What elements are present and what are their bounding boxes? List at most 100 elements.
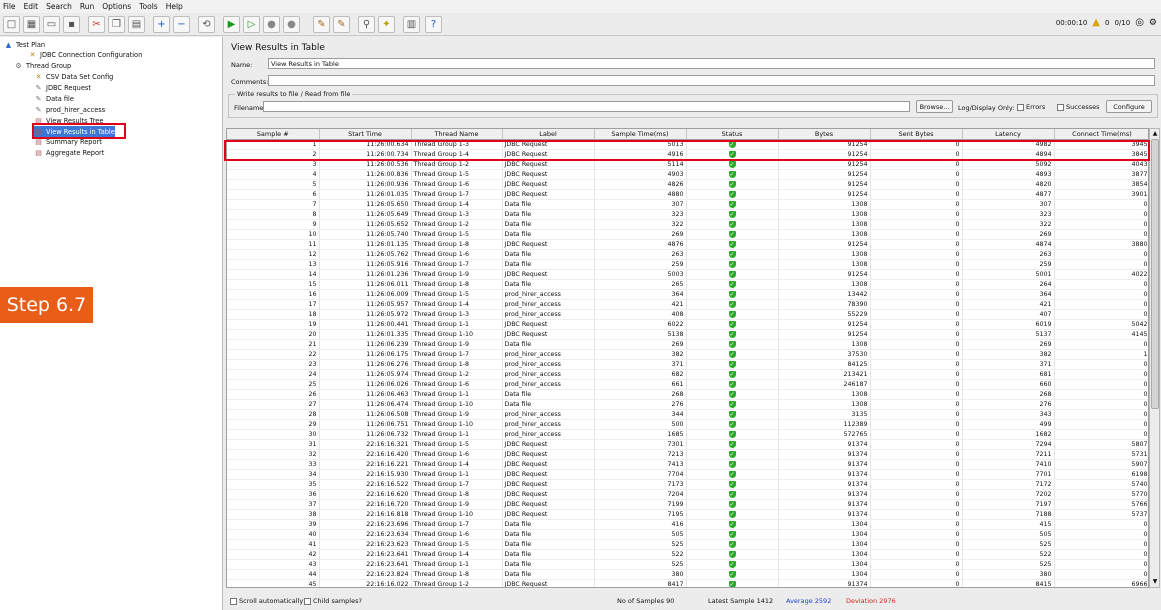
table-row[interactable]: 13 11:26:05.916 Thread Group 1-7 Data file 2… (227, 259, 1148, 270)
tree-item-view-results-tree[interactable]: ▤ View Results Tree (34, 115, 103, 126)
shutdown-icon[interactable]: ● (283, 16, 300, 33)
stop-icon[interactable]: ● (263, 16, 280, 33)
menu-tools[interactable]: Tools (139, 2, 157, 11)
table-row[interactable]: 23 11:26:06.276 Thread Group 1-8 prod_hirer… (227, 359, 1148, 370)
paste-icon[interactable]: ▤ (128, 16, 145, 33)
table-row[interactable]: 29 11:26:06.751 Thread Group 1-10 prod_hire… (227, 419, 1148, 430)
toggle-icon[interactable]: ⟲ (198, 16, 215, 33)
table-row[interactable]: 12 11:26:05.762 Thread Group 1-6 Data file 2… (227, 249, 1148, 260)
table-row[interactable]: 33 22:16:16.221 Thread Group 1-4 JDBC Reque… (227, 459, 1148, 470)
column-header[interactable]: Sent Bytes (870, 129, 963, 140)
table-row[interactable]: 35 22:16:16.522 Thread Group 1-7 JDBC Reque… (227, 479, 1148, 490)
table-row[interactable]: 38 22:16:16.818 Thread Group 1-10 JDBC Requ… (227, 509, 1148, 520)
tree-item-jdbc-request[interactable]: ✎ JDBC Request (34, 82, 91, 93)
start-no-pauses-icon[interactable]: ▷ (243, 16, 260, 33)
table-row[interactable]: 45 22:16:16.022 Thread Group 1-2 JDBC Reque… (227, 579, 1148, 587)
table-row[interactable]: 27 11:26:06.474 Thread Group 1-10 Data file… (227, 399, 1148, 410)
table-row[interactable]: 7 11:26:05.650 Thread Group 1-4 Data file 30… (227, 199, 1148, 210)
tree-item-thread-group[interactable]: ⚙ Thread Group (14, 60, 71, 71)
column-header[interactable]: Sample Time(ms) (594, 129, 687, 140)
table-row[interactable]: 10 11:26:05.740 Thread Group 1-5 Data file 2… (227, 229, 1148, 240)
start-icon[interactable]: ▶ (223, 16, 240, 33)
expand-icon[interactable]: + (153, 16, 170, 33)
table-row[interactable]: 44 22:16:23.824 Thread Group 1-8 Data file 3… (227, 569, 1148, 580)
save-icon[interactable]: ▪ (63, 16, 80, 33)
menu-options[interactable]: Options (102, 2, 131, 11)
collapse-icon[interactable]: − (173, 16, 190, 33)
templates-icon[interactable]: ▦ (23, 16, 40, 33)
tree-item-aggregate-report[interactable]: ▤ Aggregate Report (34, 147, 104, 158)
table-row[interactable]: 14 11:26:01.236 Thread Group 1-9 JDBC Reque… (227, 269, 1148, 280)
name-field[interactable]: View Results in Table (268, 58, 1155, 69)
menu-search[interactable]: Search (46, 2, 72, 11)
column-header[interactable]: Label (502, 129, 595, 140)
table-row[interactable]: 28 11:26:06.508 Thread Group 1-9 prod_hirer… (227, 409, 1148, 420)
table-row[interactable]: 1 11:26:00.634 Thread Group 1-3 JDBC Reques… (227, 139, 1148, 150)
open-icon[interactable]: ▭ (43, 16, 60, 33)
table-row[interactable]: 26 11:26:06.463 Thread Group 1-1 Data file 2… (227, 389, 1148, 400)
tree-item-csv-data-set-config[interactable]: ✕ CSV Data Set Config (34, 71, 114, 82)
configure-button[interactable]: Configure (1106, 100, 1152, 113)
table-row[interactable]: 4 11:26:00.836 Thread Group 1-5 JDBC Reques… (227, 169, 1148, 180)
table-row[interactable]: 8 11:26:05.649 Thread Group 1-3 Data file 32… (227, 209, 1148, 220)
reset-search-icon[interactable]: ✦ (378, 16, 395, 33)
table-row[interactable]: 42 22:16:23.641 Thread Group 1-4 Data file 5… (227, 549, 1148, 560)
tree-item-jdbc-connection-configuration[interactable]: ✕ JDBC Connection Configuration (28, 49, 143, 60)
table-row[interactable]: 40 22:16:23.634 Thread Group 1-6 Data file 5… (227, 529, 1148, 540)
table-row[interactable]: 2 11:26:00.734 Thread Group 1-4 JDBC Reques… (227, 149, 1148, 160)
table-row[interactable]: 3 11:26:00.536 Thread Group 1-2 JDBC Reques… (227, 159, 1148, 170)
column-header[interactable]: Sample # (227, 129, 320, 140)
comments-field[interactable] (268, 75, 1155, 86)
menu-file[interactable]: File (3, 2, 16, 11)
table-row[interactable]: 6 11:26:01.035 Thread Group 1-7 JDBC Reques… (227, 189, 1148, 200)
table-row[interactable]: 20 11:26:01.335 Thread Group 1-10 JDBC Requ… (227, 329, 1148, 340)
scroll-thumb[interactable] (1151, 139, 1159, 409)
table-row[interactable]: 5 11:26:00.936 Thread Group 1-6 JDBC Reques… (227, 179, 1148, 190)
table-scrollbar[interactable]: ▲ ▼ (1149, 128, 1160, 588)
table-row[interactable]: 39 22:16:23.696 Thread Group 1-7 Data file 4… (227, 519, 1148, 530)
column-header[interactable]: Status (686, 129, 779, 140)
table-row[interactable]: 37 22:16:16.720 Thread Group 1-9 JDBC Reque… (227, 499, 1148, 510)
table-row[interactable]: 21 11:26:06.239 Thread Group 1-9 Data file 2… (227, 339, 1148, 350)
table-row[interactable]: 9 11:26:05.652 Thread Group 1-2 Data file 32… (227, 219, 1148, 230)
table-row[interactable]: 17 11:26:05.957 Thread Group 1-4 prod_hirer… (227, 299, 1148, 310)
menu-run[interactable]: Run (80, 2, 94, 11)
column-header[interactable]: Latency (962, 129, 1055, 140)
tree-item-prod-hirer-access[interactable]: ✎ prod_hirer_access (34, 104, 106, 115)
log-icon[interactable]: ⚙ (1149, 18, 1157, 28)
scroll-up-icon[interactable]: ▲ (1151, 130, 1159, 138)
table-row[interactable]: 32 22:16:16.420 Thread Group 1-6 JDBC Reque… (227, 449, 1148, 460)
tree-item-data-file[interactable]: ✎ Data file (34, 93, 74, 104)
clear-all-icon[interactable]: ✎ (333, 16, 350, 33)
menu-help[interactable]: Help (166, 2, 183, 11)
table-row[interactable]: 24 11:26:05.974 Thread Group 1-2 prod_hirer… (227, 369, 1148, 380)
column-header[interactable]: Start Time (319, 129, 412, 140)
search-icon[interactable]: ⚲ (358, 16, 375, 33)
errors-checkbox[interactable]: Errors (1017, 103, 1045, 111)
cut-icon[interactable]: ✂ (88, 16, 105, 33)
scroll-down-icon[interactable]: ▼ (1151, 578, 1159, 586)
menu-edit[interactable]: Edit (24, 2, 39, 11)
table-row[interactable]: 11 11:26:01.135 Thread Group 1-8 JDBC Reque… (227, 239, 1148, 250)
table-row[interactable]: 43 22:16:23.641 Thread Group 1-1 Data file 5… (227, 559, 1148, 570)
table-row[interactable]: 30 11:26:06.732 Thread Group 1-1 prod_hirer… (227, 429, 1148, 440)
column-header[interactable]: Connect Time(ms) (1054, 129, 1148, 140)
table-row[interactable]: 18 11:26:05.972 Thread Group 1-3 prod_hirer… (227, 309, 1148, 320)
table-row[interactable]: 22 11:26:06.175 Thread Group 1-7 prod_hirer… (227, 349, 1148, 360)
new-icon[interactable]: □ (3, 16, 20, 33)
table-row[interactable]: 41 22:16:23.623 Thread Group 1-5 Data file 5… (227, 539, 1148, 550)
table-row[interactable]: 19 11:26:00.441 Thread Group 1-1 JDBC Reque… (227, 319, 1148, 330)
copy-icon[interactable]: ❐ (108, 16, 125, 33)
filename-input[interactable] (263, 101, 910, 112)
tree-item-summary-report[interactable]: ▤ Summary Report (34, 136, 102, 147)
table-row[interactable]: 25 11:26:06.026 Thread Group 1-6 prod_hirer… (227, 379, 1148, 390)
table-row[interactable]: 34 22:16:15.930 Thread Group 1-1 JDBC Reque… (227, 469, 1148, 480)
table-row[interactable]: 16 11:26:06.009 Thread Group 1-5 prod_hirer… (227, 289, 1148, 300)
browse-button[interactable]: Browse... (916, 100, 953, 113)
scroll-auto-checkbox[interactable]: Scroll automatically? (230, 597, 307, 605)
table-row[interactable]: 15 11:26:06.011 Thread Group 1-8 Data file 2… (227, 279, 1148, 290)
table-row[interactable]: 36 22:16:16.620 Thread Group 1-8 JDBC Reque… (227, 489, 1148, 500)
column-header[interactable]: Thread Name (411, 129, 503, 140)
help-icon[interactable]: ? (425, 16, 442, 33)
clear-icon[interactable]: ✎ (313, 16, 330, 33)
